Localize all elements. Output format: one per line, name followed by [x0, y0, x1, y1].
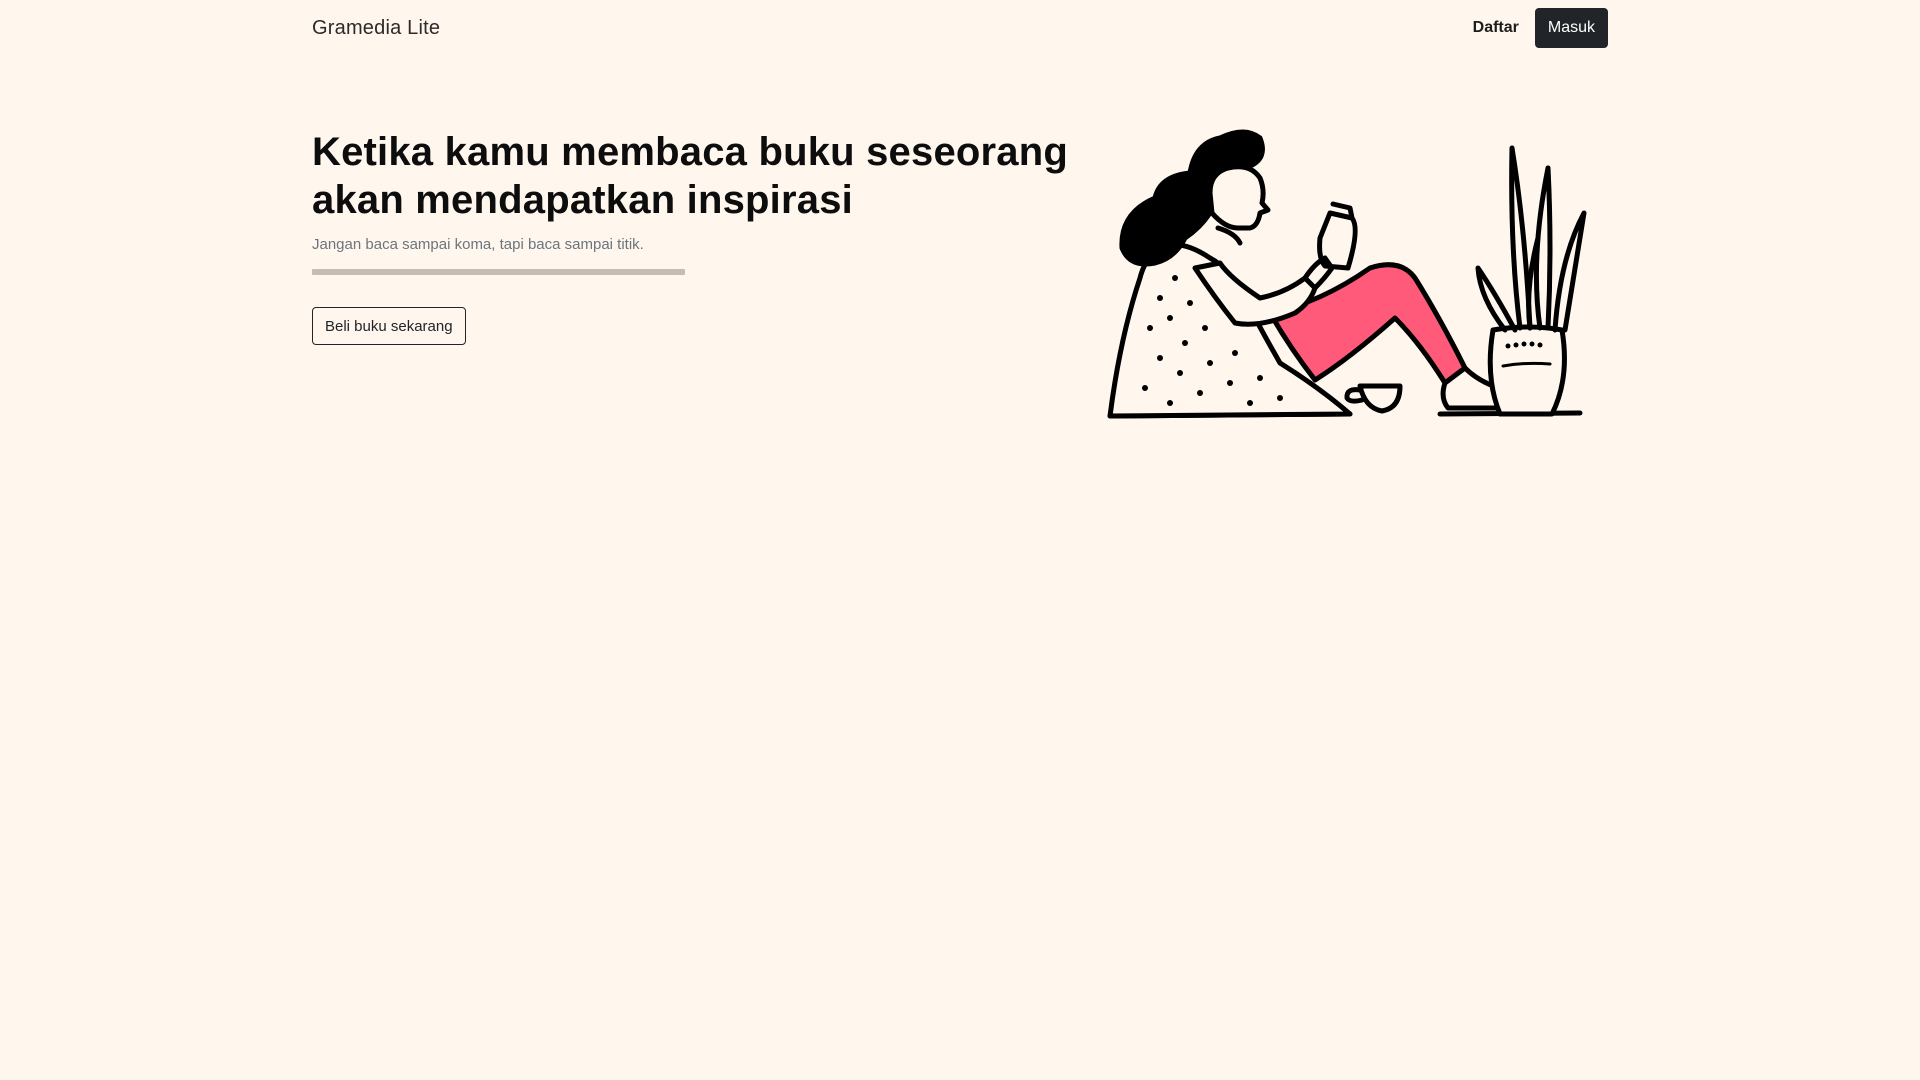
hero-title-line-2: akan mendapatkan inspirasi	[312, 178, 853, 222]
hero-title-line-1: Ketika kamu membaca buku seseorang	[312, 130, 1068, 174]
buy-books-button[interactable]: Beli buku sekarang	[312, 307, 466, 345]
hero-title: Ketika kamu membaca buku seseorang akan …	[312, 128, 1072, 224]
brand-link[interactable]: Gramedia Lite	[312, 17, 440, 40]
register-link[interactable]: Daftar	[1473, 19, 1519, 37]
plant-pot	[1487, 324, 1567, 417]
hero-section: Ketika kamu membaca buku seseorang akan …	[312, 128, 1072, 345]
hero-divider	[312, 269, 685, 275]
login-button[interactable]: Masuk	[1534, 8, 1608, 48]
face	[1207, 164, 1271, 231]
hero-subtitle: Jangan baca sampai koma, tapi baca sampa…	[312, 236, 644, 253]
navbar: Gramedia Lite Daftar Masuk	[312, 8, 1608, 48]
woman-reading-illustration	[1107, 129, 1587, 419]
cup	[1357, 383, 1403, 414]
page: Gramedia Lite Daftar Masuk Ketika kamu m…	[0, 0, 1920, 1080]
nav-actions: Daftar Masuk	[1473, 8, 1608, 48]
